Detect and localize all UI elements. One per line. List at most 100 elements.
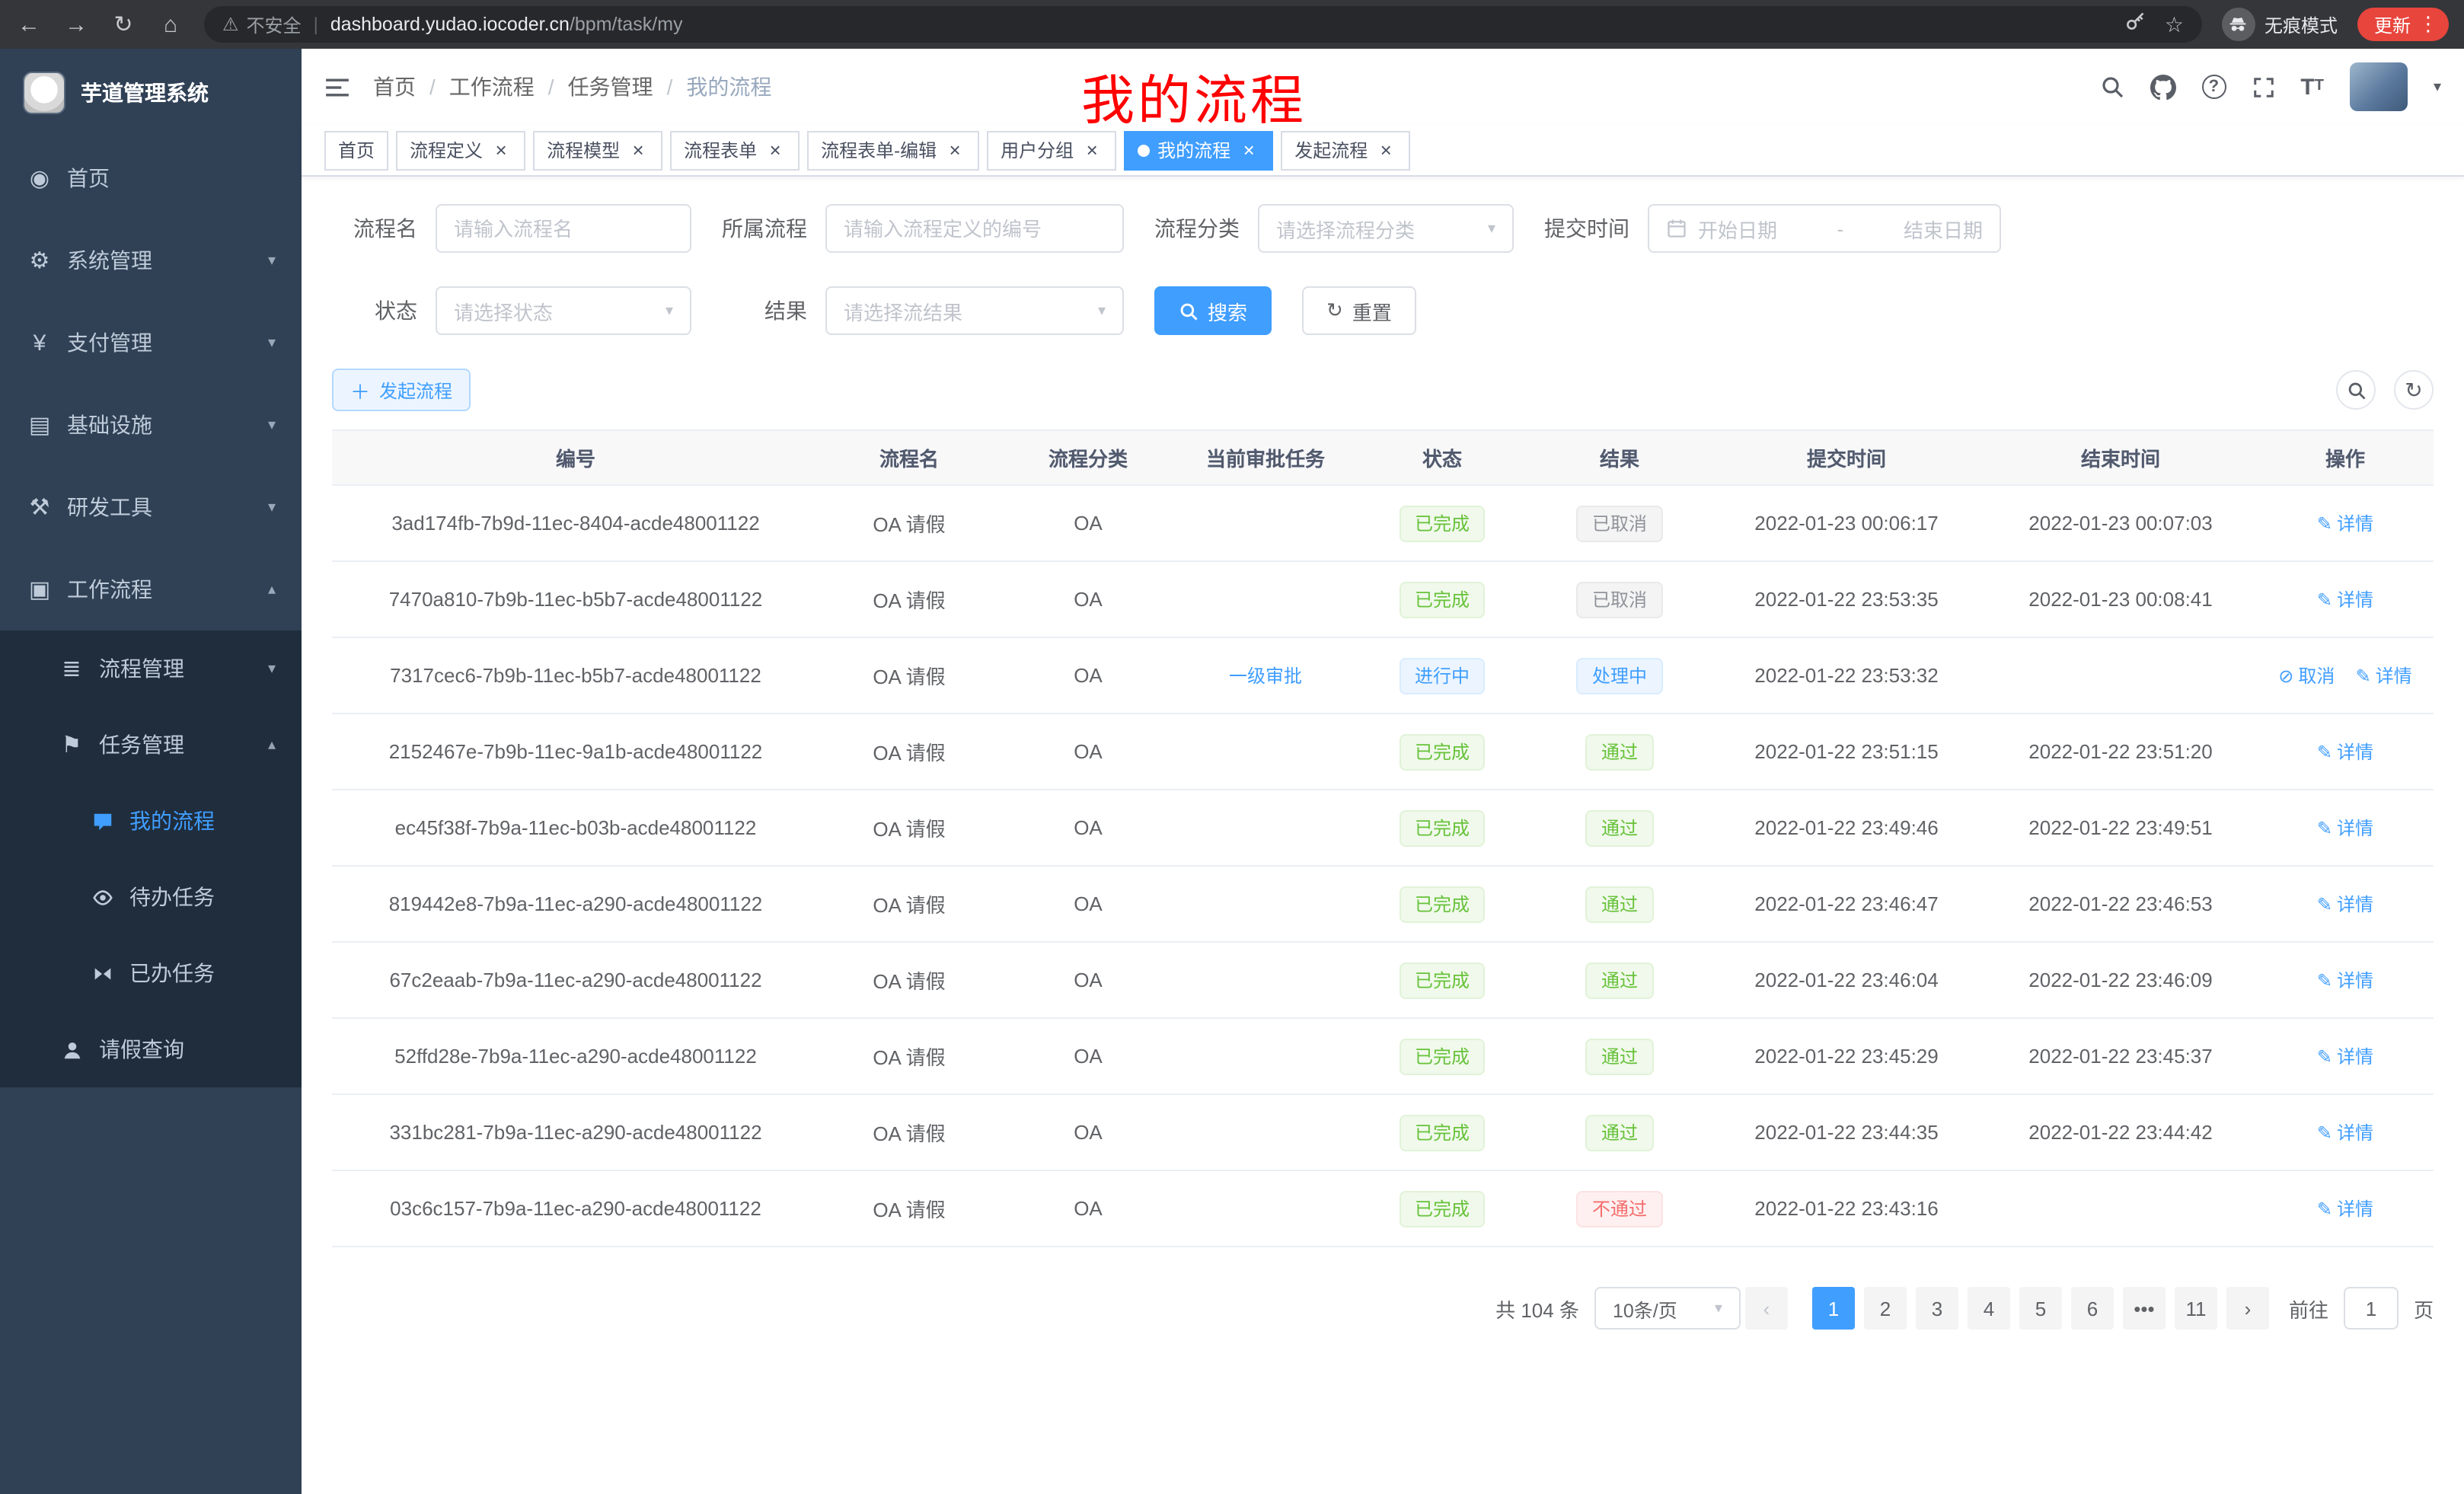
end-date-placeholder[interactable]: 结束日期	[1904, 214, 1983, 243]
tab[interactable]: 我的流程 ×	[1124, 130, 1273, 170]
tab[interactable]: 流程表单-编辑 ×	[807, 130, 979, 170]
detail-link[interactable]: ✎详情	[2317, 739, 2373, 765]
detail-link[interactable]: ✎详情	[2356, 662, 2412, 688]
sidebar-item-home[interactable]: ◉ 首页	[0, 137, 302, 219]
page-number-button[interactable]: 11	[2175, 1287, 2217, 1330]
breadcrumb-item[interactable]: 首页	[373, 72, 416, 102]
key-icon[interactable]	[2125, 10, 2146, 39]
chevron-down-icon[interactable]: ▾	[2434, 78, 2441, 95]
close-icon[interactable]: ×	[627, 139, 649, 161]
tab[interactable]: 首页	[324, 130, 388, 170]
process-name: OA 请假	[819, 485, 999, 561]
sidebar-item-payment[interactable]: ¥ 支付管理 ▾	[0, 302, 302, 384]
goto-page-input[interactable]	[2344, 1287, 2399, 1330]
edit-icon: ✎	[2317, 589, 2332, 610]
app-title: 芋道管理系统	[81, 78, 209, 108]
incognito-icon	[2222, 8, 2255, 41]
table-refresh-button[interactable]: ↻	[2394, 370, 2434, 410]
tab[interactable]: 发起流程 ×	[1281, 130, 1410, 170]
detail-link[interactable]: ✎详情	[2317, 815, 2373, 841]
process-id: ec45f38f-7b9a-11ec-b03b-acde48001122	[332, 790, 819, 866]
detail-link[interactable]: ✎详情	[2317, 1196, 2373, 1221]
close-icon[interactable]: ×	[944, 139, 965, 161]
process-definition-input[interactable]	[825, 204, 1124, 253]
tab[interactable]: 流程模型 ×	[533, 130, 662, 170]
toggle-search-button[interactable]	[2336, 370, 2376, 410]
current-task-link[interactable]: 一级审批	[1229, 662, 1302, 688]
prev-page-button[interactable]: ‹	[1745, 1287, 1788, 1330]
sidebar-item-infrastructure[interactable]: ▤ 基础设施 ▾	[0, 384, 302, 466]
sidebar-item-leave-query[interactable]: 请假查询	[0, 1011, 302, 1087]
page-size-select[interactable]: 10条/页 ▾	[1594, 1287, 1741, 1330]
home-icon[interactable]: ⌂	[157, 13, 184, 36]
tab[interactable]: 用户分组 ×	[987, 130, 1116, 170]
back-icon[interactable]: ←	[15, 13, 43, 36]
breadcrumb-item[interactable]: 工作流程	[449, 72, 535, 102]
security-indicator[interactable]: ⚠ 不安全	[222, 11, 302, 37]
update-label: 更新	[2374, 11, 2411, 37]
column-header: 操作	[2257, 430, 2434, 485]
reload-icon[interactable]: ↻	[110, 13, 137, 36]
page-number-button[interactable]: 6	[2071, 1287, 2114, 1330]
hamburger-icon[interactable]	[324, 74, 350, 100]
page-number-button[interactable]: •••	[2123, 1287, 2166, 1330]
page-number-button[interactable]: 1	[1812, 1287, 1855, 1330]
sidebar-item-process-management[interactable]: ≣ 流程管理 ▾	[0, 630, 302, 707]
sidebar-item-todo-tasks[interactable]: 待办任务	[0, 859, 302, 935]
category-select[interactable]: 请选择流程分类 ▾	[1258, 204, 1514, 253]
page-number-button[interactable]: 5	[2019, 1287, 2062, 1330]
github-icon[interactable]	[2150, 74, 2175, 100]
sidebar-item-done-tasks[interactable]: 已办任务	[0, 935, 302, 1011]
page-number-button[interactable]: 2	[1864, 1287, 1907, 1330]
create-process-button[interactable]: ＋ 发起流程	[332, 369, 471, 411]
result-select[interactable]: 请选择流结果 ▾	[825, 286, 1124, 335]
sidebar-item-task-management[interactable]: ⚑ 任务管理 ▴	[0, 707, 302, 783]
sidebar-item-system[interactable]: ⚙ 系统管理 ▾	[0, 219, 302, 302]
result-tag: 通过	[1586, 809, 1653, 846]
forward-icon[interactable]: →	[62, 13, 90, 36]
page-number-button[interactable]: 4	[1968, 1287, 2010, 1330]
tab[interactable]: 流程定义 ×	[396, 130, 525, 170]
menu-kebab-icon[interactable]: ⋮	[2418, 12, 2438, 37]
star-icon[interactable]: ☆	[2165, 11, 2184, 37]
status-tag: 已完成	[1400, 1114, 1485, 1151]
detail-link[interactable]: ✎详情	[2317, 510, 2373, 536]
tab[interactable]: 流程表单 ×	[670, 130, 800, 170]
detail-link[interactable]: ✎详情	[2317, 586, 2373, 612]
help-icon[interactable]: ?	[2201, 75, 2226, 99]
sidebar-item-workflow[interactable]: ▣ 工作流程 ▴	[0, 548, 302, 630]
reset-button[interactable]: ↻ 重置	[1302, 286, 1416, 335]
detail-link[interactable]: ✎详情	[2317, 891, 2373, 917]
detail-link[interactable]: ✎详情	[2317, 967, 2373, 993]
search-button[interactable]: 搜索	[1154, 286, 1272, 335]
breadcrumb-item[interactable]: 任务管理	[568, 72, 653, 102]
sidebar-item-devtools[interactable]: ⚒ 研发工具 ▾	[0, 466, 302, 548]
detail-link[interactable]: ✎详情	[2317, 1043, 2373, 1069]
sidebar-item-my-processes[interactable]: 我的流程	[0, 783, 302, 859]
avatar[interactable]	[2350, 62, 2408, 111]
sidebar-item-label: 流程管理	[99, 653, 184, 684]
next-page-button[interactable]: ›	[2226, 1287, 2269, 1330]
close-icon[interactable]: ×	[490, 139, 512, 161]
close-icon[interactable]: ×	[1375, 139, 1396, 161]
close-icon[interactable]: ×	[1238, 139, 1259, 161]
detail-link[interactable]: ✎详情	[2317, 1119, 2373, 1145]
security-label: 不安全	[247, 11, 302, 37]
update-button[interactable]: 更新 ⋮	[2357, 8, 2449, 41]
close-icon[interactable]: ×	[1081, 139, 1103, 161]
search-icon[interactable]	[2099, 75, 2124, 99]
chevron-down-icon: ▾	[665, 302, 673, 319]
fullscreen-icon[interactable]	[2252, 75, 2274, 98]
process-name-input[interactable]	[436, 204, 691, 253]
page-number-button[interactable]: 3	[1916, 1287, 1958, 1330]
app-logo[interactable]: 芋道管理系统	[0, 49, 302, 137]
status-select[interactable]: 请选择状态 ▾	[436, 286, 691, 335]
yen-icon: ¥	[26, 330, 53, 356]
cancel-link[interactable]: ⊘取消	[2278, 662, 2335, 688]
submit-time-range-picker[interactable]: 开始日期 - 结束日期	[1648, 204, 2001, 253]
start-date-placeholder[interactable]: 开始日期	[1698, 214, 1777, 243]
process-id: 2152467e-7b9b-11ec-9a1b-acde48001122	[332, 713, 819, 790]
address-bar[interactable]: ⚠ 不安全 | dashboard.yudao.iocoder.cn/bpm/t…	[204, 6, 2202, 43]
font-size-icon[interactable]: TT	[2300, 75, 2324, 98]
close-icon[interactable]: ×	[764, 139, 786, 161]
